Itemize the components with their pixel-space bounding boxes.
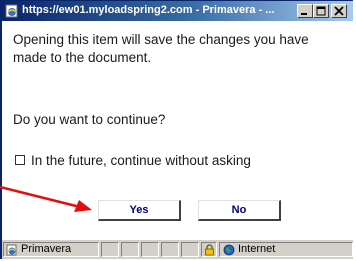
status-cell bbox=[121, 242, 139, 257]
no-button[interactable]: No bbox=[198, 200, 281, 221]
status-lock-cell[interactable] bbox=[201, 242, 217, 257]
maximize-button[interactable] bbox=[313, 4, 329, 18]
window-title: https://ew01.myloadspring2.com - Primave… bbox=[22, 4, 275, 16]
status-page-label: Primavera bbox=[21, 243, 72, 255]
status-cell bbox=[161, 242, 179, 257]
close-button[interactable] bbox=[331, 4, 347, 18]
status-cell bbox=[101, 242, 119, 257]
ie-page-icon bbox=[6, 244, 18, 259]
status-zone-cell: Internet bbox=[219, 242, 353, 257]
status-page-cell: Primavera bbox=[3, 242, 99, 257]
status-zone-label: Internet bbox=[238, 243, 276, 255]
status-cell bbox=[141, 242, 159, 257]
yes-button[interactable]: Yes bbox=[98, 200, 181, 221]
popup-window: https://ew01.myloadspring2.com - Primave… bbox=[0, 0, 353, 259]
screenshot-stage: https://ew01.myloadspring2.com - Primave… bbox=[0, 0, 356, 261]
maximize-icon bbox=[316, 6, 326, 16]
minimize-button[interactable] bbox=[297, 4, 313, 18]
dialog-message: Opening this item will save the changes … bbox=[13, 32, 309, 65]
close-icon bbox=[334, 6, 344, 16]
title-bar[interactable]: https://ew01.myloadspring2.com - Primave… bbox=[2, 1, 353, 21]
dont-ask-checkbox[interactable] bbox=[15, 155, 25, 165]
dialog-question: Do you want to continue? bbox=[13, 112, 166, 127]
dont-ask-label[interactable]: In the future, continue without asking bbox=[31, 153, 251, 169]
lock-icon bbox=[204, 244, 215, 259]
status-bar: Primavera Internet bbox=[2, 239, 353, 259]
dialog-body: Opening this item will save the changes … bbox=[2, 21, 353, 239]
status-cell bbox=[181, 242, 199, 257]
globe-icon bbox=[223, 244, 235, 259]
ie-page-icon bbox=[5, 4, 19, 18]
minimize-icon bbox=[301, 13, 307, 15]
